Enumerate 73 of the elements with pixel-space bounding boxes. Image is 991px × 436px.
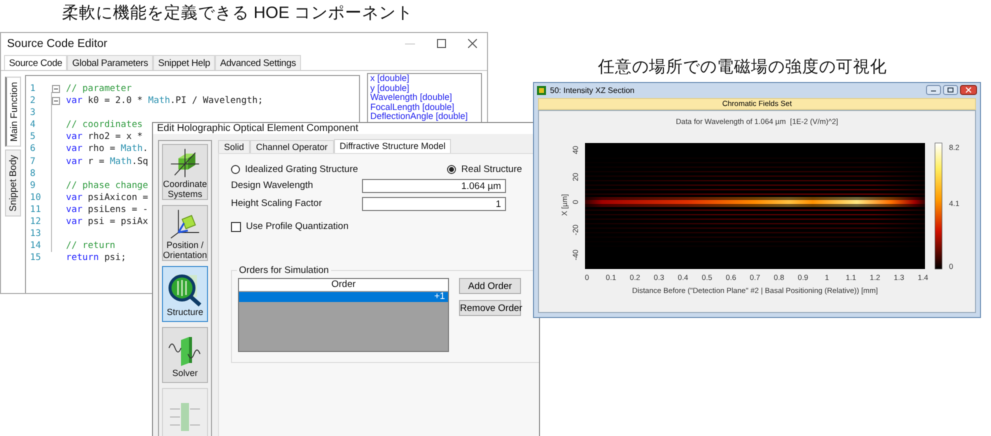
code-line: // coordinates	[66, 119, 143, 132]
heading: 柔軟に機能を定義できる HOE コンポーネント	[62, 4, 413, 22]
heading: 任意の場所での電磁場の強度の可視化	[598, 58, 887, 76]
window-title: Source Code Editor	[7, 38, 108, 50]
tab[interactable]: Snippet Help	[153, 55, 216, 70]
input-field[interactable]: 1	[362, 196, 506, 210]
minimize-button[interactable]	[926, 85, 941, 95]
tab[interactable]: Global Parameters	[67, 55, 154, 70]
field-label: Height Scaling Factor	[231, 198, 323, 209]
radio-button[interactable]: Idealized Grating Structure	[231, 164, 358, 175]
app-icon	[537, 86, 546, 94]
line-number: 3	[29, 107, 36, 120]
order-button[interactable]: Add Order	[459, 278, 522, 294]
line-number: 1	[29, 83, 36, 96]
field-label: Design Wavelength	[231, 180, 314, 191]
column-header: Order	[239, 279, 448, 292]
nav-button[interactable]: Structure	[162, 266, 208, 322]
line-number: 7	[29, 156, 36, 168]
line-number: 5	[29, 131, 36, 144]
radio-button[interactable]: Real Structure	[447, 164, 522, 175]
line-number: 10	[29, 192, 42, 204]
order-button[interactable]: Remove Order	[459, 300, 522, 316]
code-line: var r = Math.Sq	[66, 156, 148, 168]
close-button[interactable]	[468, 39, 477, 48]
line-number: 11	[29, 204, 42, 216]
tab[interactable]: Solid	[218, 140, 250, 153]
line-number: 2	[29, 95, 36, 108]
variable-item[interactable]: DeflectionAngle [double]	[370, 112, 479, 122]
line-number: 14	[29, 240, 42, 252]
input-field[interactable]: 1.064 µm	[362, 178, 506, 192]
line-number: 8	[29, 168, 36, 180]
variable-item[interactable]: y [double]	[370, 84, 479, 93]
variable-item[interactable]: Wavelength [double]	[370, 93, 479, 102]
code-line: var rho2 = x *	[66, 131, 143, 144]
code-line: var k0 = 2.0 * Math.PI / Wavelength;	[66, 95, 264, 108]
line-number: 9	[29, 180, 36, 192]
line-number: 4	[29, 119, 36, 132]
group-title: Orders for Simulation	[237, 265, 331, 276]
collapse-icon[interactable]	[52, 85, 60, 94]
code-line: return psi;	[66, 252, 126, 264]
variable-item[interactable]: x [double]	[370, 74, 479, 84]
checkbox[interactable]: Use Profile Quantization	[231, 221, 539, 232]
code-line: // parameter	[66, 83, 132, 96]
code-line: // phase change	[66, 180, 148, 192]
line-number: 12	[29, 216, 42, 228]
wave-icon	[168, 334, 202, 368]
dialog-title: Edit Holographic Optical Element Component	[157, 123, 358, 134]
line-number: 6	[29, 143, 36, 156]
tab[interactable]: Diffractive Structure Model	[334, 139, 452, 153]
window-title: 50: Intensity XZ Section	[550, 86, 636, 94]
collapse-icon[interactable]	[52, 97, 60, 106]
tab[interactable]: Channel Operator	[250, 140, 334, 153]
maximize-button[interactable]	[943, 85, 958, 95]
tab[interactable]: Source Code	[4, 55, 68, 70]
code-line: var psi = psiAx	[66, 216, 148, 228]
magnifier-icon	[167, 273, 204, 307]
tab[interactable]: Advanced Settings	[215, 55, 301, 70]
nav-button[interactable]: Solver	[162, 327, 208, 383]
code-line: // return	[66, 240, 116, 252]
line-number: 13	[29, 228, 42, 240]
close-button[interactable]	[960, 85, 977, 95]
code-line: var psiLens = -	[66, 204, 148, 216]
arrows-icon	[168, 400, 202, 434]
side-tab[interactable]: Main Function	[5, 77, 21, 147]
nav-button[interactable]: Position / Orientation	[162, 205, 208, 261]
line-number: 15	[29, 252, 42, 264]
side-tab[interactable]: Snippet Body	[5, 150, 21, 216]
nav-button[interactable]: Coordinate Systems	[162, 144, 208, 200]
table-row[interactable]: +1	[239, 292, 448, 302]
variable-item[interactable]: FocalLength [double]	[370, 102, 479, 112]
maximize-button[interactable]	[437, 39, 446, 48]
code-line: var psiAxicon =	[66, 192, 148, 204]
code-line: var rho = Math.	[66, 143, 148, 156]
